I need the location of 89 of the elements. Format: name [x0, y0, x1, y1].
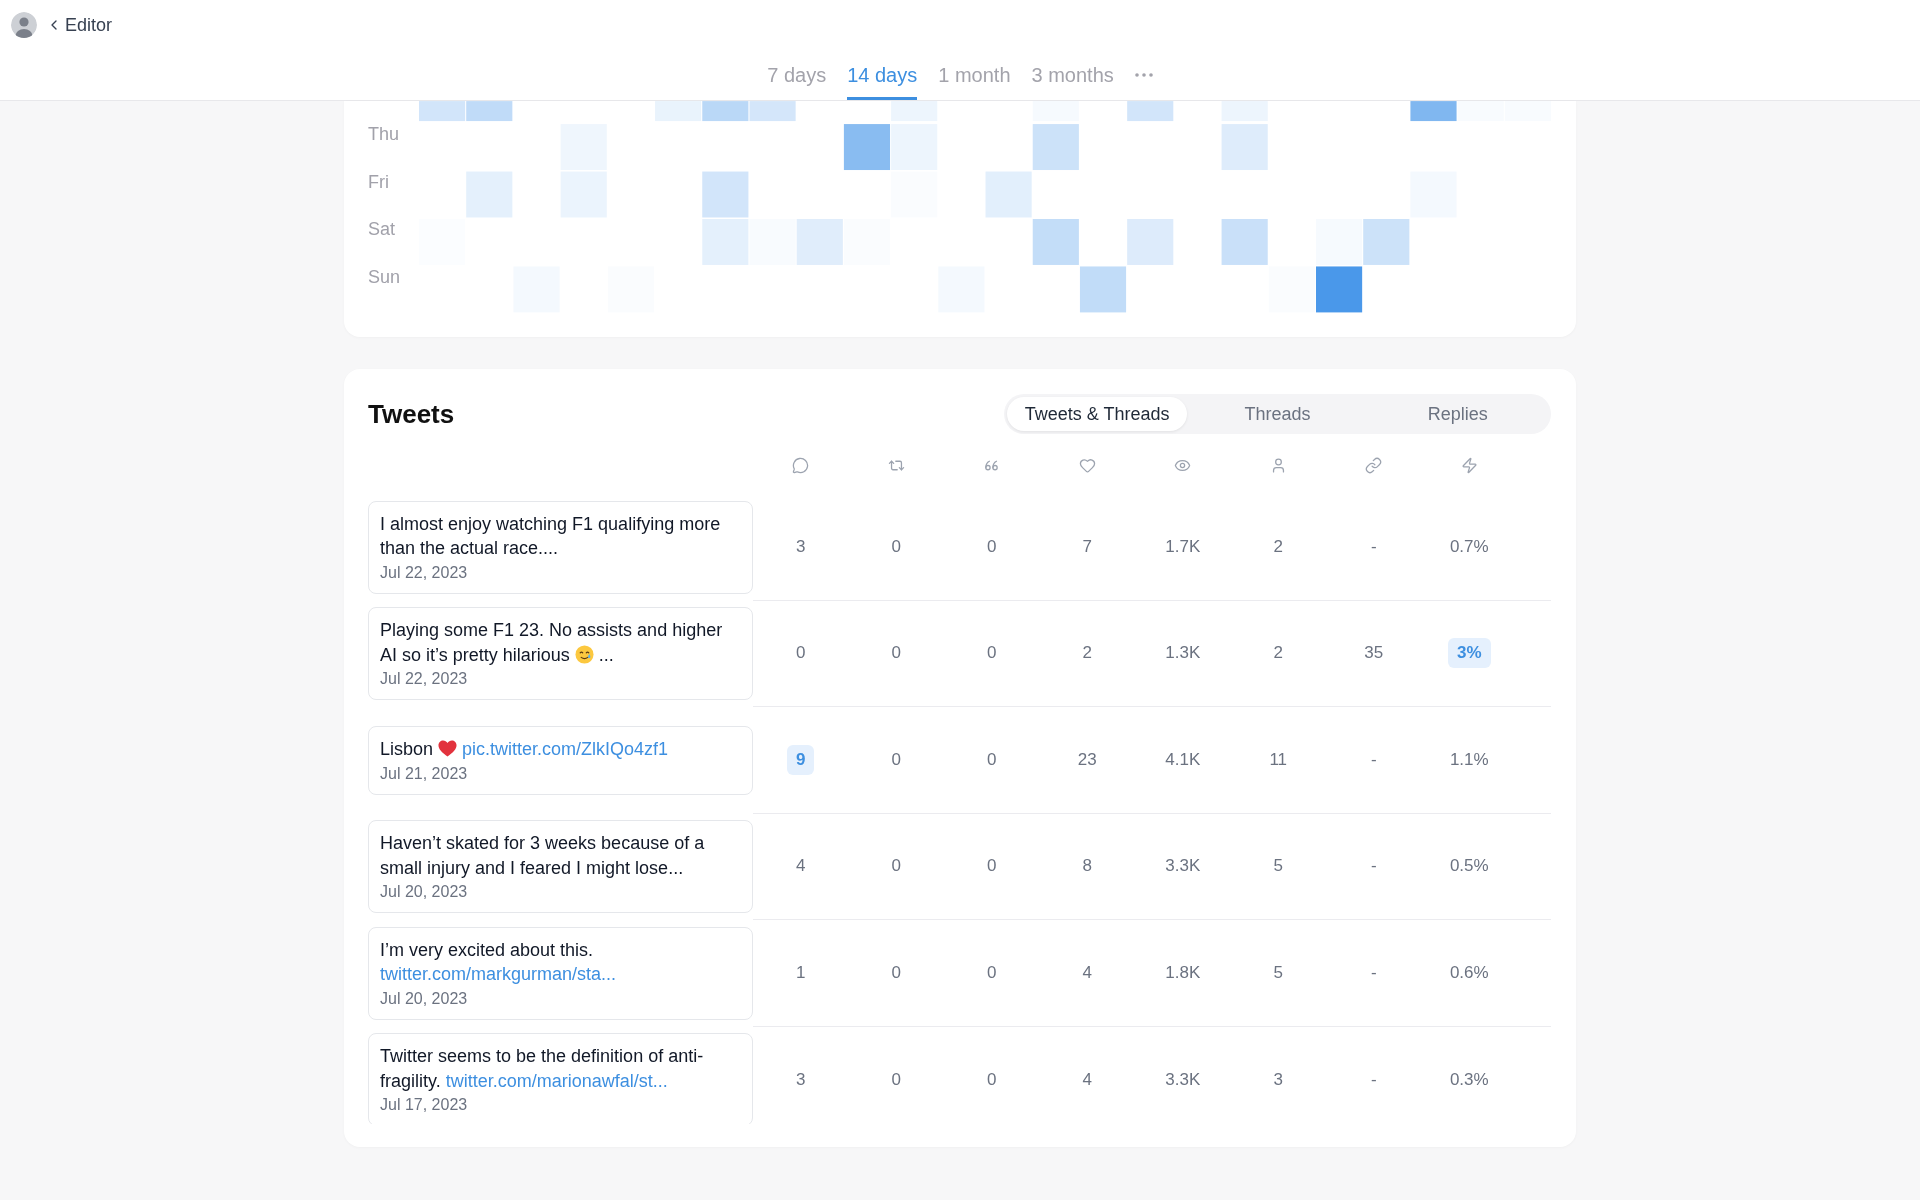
table-cell: 0 — [891, 749, 901, 770]
table-cell: 0 — [987, 856, 997, 877]
period-tab[interactable]: 1 month — [938, 50, 1011, 100]
table-cell: 4 — [796, 856, 806, 877]
tweet-text: I’m very excited about this. twitter.com/markgurman/sta... — [380, 938, 618, 987]
table-cell: 4 — [1082, 1069, 1092, 1090]
speech-bubble-icon — [792, 456, 810, 474]
table-cell: 0.3% — [1449, 1069, 1489, 1090]
lightning-bolt-icon — [1460, 456, 1478, 474]
table-cell: 3.3K — [1165, 1069, 1201, 1090]
table-cell: 5 — [1273, 962, 1283, 983]
table-cell: 0 — [987, 643, 997, 664]
table-cell: 1.1% — [1449, 749, 1489, 770]
day-label: Fri — [368, 171, 389, 192]
table-cell: - — [1370, 536, 1377, 557]
tweet-date: Jul 21, 2023 — [380, 763, 469, 784]
table-cell: 0 — [891, 643, 901, 664]
tweet-text: Playing some F1 23. No assists and higher AI so it’s pretty hilarious ... — [380, 619, 724, 667]
filter-tab[interactable]: Tweets & Threads — [1007, 397, 1188, 431]
period-tab[interactable]: 3 months — [1031, 50, 1114, 100]
tweet-card[interactable]: Lisbon pic.twitter.com/ZlkIQo4zf1 Jul 21, 2023 — [368, 726, 753, 795]
table-cell: - — [1370, 856, 1377, 877]
table-cell: 0 — [891, 856, 901, 877]
table-cell: 0 — [987, 536, 997, 557]
table-cell: 3 — [1273, 1069, 1283, 1090]
table-cell: - — [1370, 1069, 1377, 1090]
tweet-date: Jul 20, 2023 — [380, 988, 469, 1009]
tweet-text: I almost enjoy watching F1 qualifying more than the actual race.... — [380, 512, 722, 561]
tweet-link[interactable]: twitter.com/markgurman/sta... — [380, 964, 617, 985]
section-title: Tweets — [368, 398, 455, 430]
tweet-date: Jul 22, 2023 — [380, 562, 469, 583]
table-cell: 0 — [796, 643, 806, 664]
table-cell: 0 — [987, 1069, 997, 1090]
tweet-card[interactable]: Haven’t skated for 3 weeks because of a small injury and I feared I might lose... Jul 20, 2023 — [368, 820, 753, 914]
tweet-text: Lisbon pic.twitter.com/ZlkIQo4zf1 — [380, 738, 670, 761]
table-cell: 7 — [1082, 536, 1092, 557]
period-tab[interactable]: 7 days — [767, 50, 827, 100]
table-cell: 9 — [787, 744, 815, 775]
table-cell: 1 — [796, 962, 806, 983]
table-cell: 3.3K — [1165, 856, 1201, 877]
table-cell: 0 — [987, 962, 997, 983]
table-cell: 0.5% — [1449, 856, 1489, 877]
tweet-card[interactable]: I almost enjoy watching F1 qualifying more than the actual race.... Jul 22, 2023 — [368, 500, 753, 594]
day-label: Sun — [368, 266, 401, 287]
table-cell: - — [1370, 749, 1377, 770]
back-link[interactable]: Editor — [46, 14, 113, 36]
table-cell: 0.7% — [1449, 536, 1489, 557]
table-cell: 2 — [1273, 536, 1283, 557]
tweet-date: Jul 22, 2023 — [380, 669, 469, 690]
table-cell: 23 — [1077, 749, 1097, 770]
table-cell: 0.6% — [1449, 962, 1489, 983]
tweet-card[interactable]: Twitter seems to be the definition of anti-fragility. twitter.com/marionawfal/st... Jul 17, 2023 — [368, 1033, 753, 1124]
table-cell: 11 — [1269, 749, 1288, 770]
tweet-link[interactable]: pic.twitter.com/ZlkIQo4zf1 — [462, 739, 669, 759]
day-label: Thu — [368, 124, 400, 144]
table-cell: 2 — [1273, 643, 1283, 664]
table-cell: 35 — [1364, 643, 1384, 664]
avatar-icon[interactable] — [11, 12, 37, 38]
table-cell: 5 — [1273, 856, 1283, 877]
heart-icon — [1078, 456, 1096, 474]
table-cell: 0 — [891, 1069, 901, 1090]
tweet-date: Jul 20, 2023 — [380, 882, 469, 903]
table-cell: 3 — [796, 536, 806, 557]
table-cell: 3% — [1447, 638, 1491, 669]
table-cell: 0 — [891, 536, 901, 557]
tweet-date: Jul 17, 2023 — [380, 1095, 469, 1116]
heart-emoji-icon — [438, 739, 458, 758]
filter-tab[interactable]: Replies — [1367, 397, 1548, 431]
table-cell: 3 — [796, 1069, 806, 1090]
table-cell: 1.8K — [1165, 962, 1201, 983]
table-cell: 1.7K — [1165, 536, 1201, 557]
tweet-text: Haven’t skated for 3 weeks because of a small injury and I feared I might lose... — [380, 832, 706, 880]
chain-link-icon — [1365, 456, 1383, 474]
ellipsis-icon — [1134, 73, 1153, 77]
table-cell: 0 — [987, 749, 997, 770]
tweet-link[interactable]: twitter.com/marionawfal/st... — [445, 1070, 668, 1091]
tear-smile-face-icon — [574, 644, 594, 664]
filter-tab[interactable]: Threads — [1187, 397, 1368, 431]
tweet-card[interactable]: I’m very excited about this. twitter.com/markgurman/sta... Jul 20, 2023 — [368, 926, 753, 1020]
table-cell: 4 — [1082, 962, 1092, 983]
day-label: Sat — [368, 219, 396, 239]
tweet-text: Twitter seems to be the definition of anti-fragility. twitter.com/marionawfal/st... — [380, 1045, 705, 1093]
table-cell: 1.3K — [1165, 643, 1201, 664]
table-cell: - — [1370, 962, 1377, 983]
table-cell: 0 — [891, 962, 901, 983]
tweet-card[interactable]: Playing some F1 23. No assists and higher AI so it’s pretty hilarious ... Jul 22, 2023 — [368, 607, 753, 701]
table-cell: 2 — [1082, 643, 1092, 664]
table-cell: 8 — [1082, 856, 1092, 877]
table-cell: 4.1K — [1165, 749, 1201, 770]
